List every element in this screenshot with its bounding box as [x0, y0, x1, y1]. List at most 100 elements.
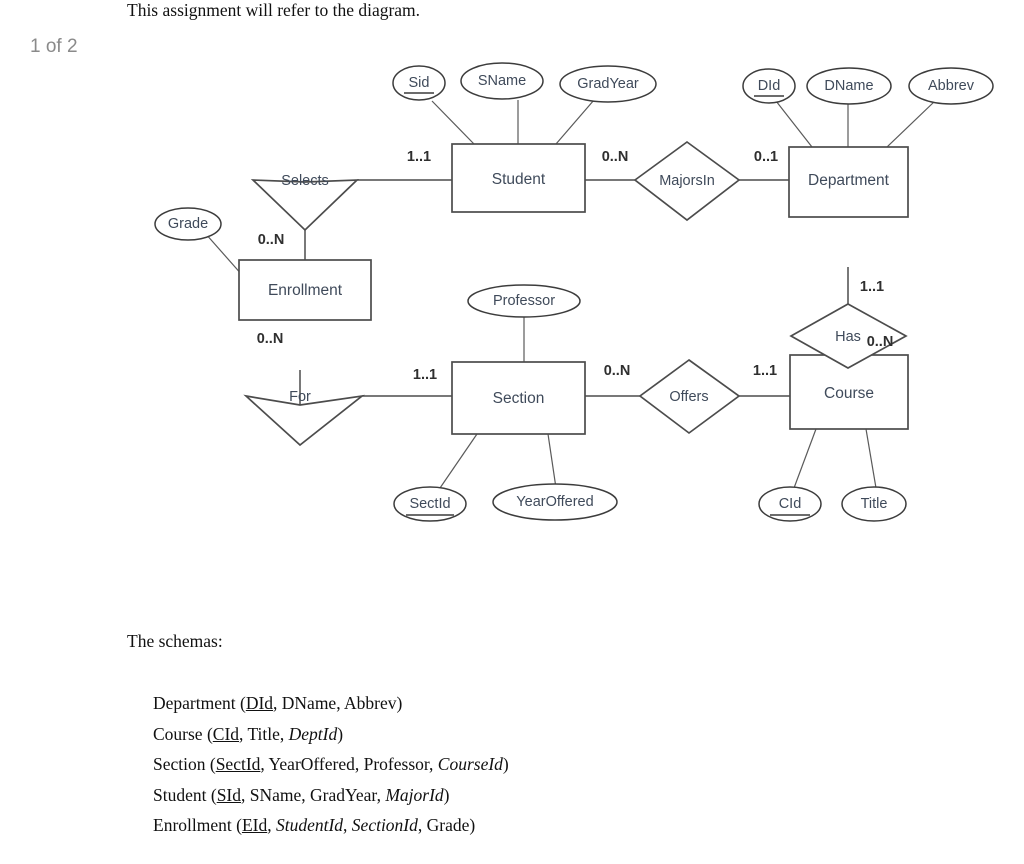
attribute-did[interactable]: DId [742, 68, 796, 104]
link-yearoffered-section [547, 433, 557, 489]
schema-close-paren: ) [337, 723, 344, 744]
entity-department-label: Department [808, 172, 890, 189]
schema-line-student: Student (SId, SName, GradYear, MajorId) [153, 780, 509, 811]
schema-attribute-sname: SName [249, 784, 302, 805]
schema-close-paren: ) [469, 815, 476, 835]
attribute-sectid[interactable]: SectId [393, 486, 467, 522]
attribute-professor-label: Professor [493, 293, 555, 309]
cardinality-for-section: 1..1 [413, 367, 437, 383]
schema-close-paren: ) [443, 784, 450, 805]
relationship-selects[interactable]: Selects [250, 173, 360, 232]
attribute-sname-label: SName [478, 73, 526, 89]
schema-attribute-cid: CId [212, 723, 240, 744]
cardinality-student-majorsin: 0..N [602, 149, 629, 165]
link-abbrev-department [886, 100, 936, 148]
relationship-offers[interactable]: Offers [638, 358, 741, 435]
schema-line-section: Section (SectId, YearOffered, Professor,… [153, 749, 509, 780]
schema-separator: , [417, 815, 427, 835]
schema-attribute-courseid: CourseId [437, 754, 503, 774]
entity-student-label: Student [492, 171, 546, 188]
schema-line-department: Department (DId, DName, Abbrev) [153, 688, 509, 719]
schema-relation-name: Student ( [153, 784, 217, 805]
schema-separator: , [279, 723, 289, 744]
relationship-offers-label: Offers [669, 389, 708, 405]
schema-close-paren: ) [396, 693, 403, 713]
cardinality-has-course: 0..N [867, 334, 894, 350]
er-diagram: Student Department Enrollment Section Co… [154, 62, 994, 522]
schema-attribute-sid: SId [216, 784, 241, 805]
schema-separator: , [354, 754, 364, 774]
schema-separator: , [336, 693, 345, 713]
link-cid-course [793, 428, 817, 489]
schema-line-enrollment: Enrollment (EId, StudentId, SectionId, G… [153, 810, 509, 841]
attribute-dname-label: DName [824, 78, 873, 94]
schema-separator: , [267, 815, 276, 835]
relationship-has-label: Has [835, 329, 861, 345]
attribute-abbrev-label: Abbrev [928, 78, 975, 94]
link-did-department [775, 100, 813, 148]
relationship-for-label: For [289, 389, 311, 405]
cardinality-selects-enrollment: 0..N [258, 232, 285, 248]
schema-separator: , [273, 693, 282, 713]
schema-attribute-abbrev: Abbrev [344, 693, 397, 713]
relationship-selects-label: Selects [281, 173, 329, 189]
schemas-heading: The schemas: [127, 631, 223, 651]
relationship-majorsin-label: MajorsIn [659, 173, 715, 189]
cardinality-selects-student: 1..1 [407, 149, 431, 165]
entity-student[interactable]: Student [451, 143, 586, 213]
entity-course-label: Course [824, 385, 874, 402]
schema-attribute-sectid: SectId [215, 754, 261, 774]
schema-attribute-title: Title [247, 723, 280, 744]
attribute-grade[interactable]: Grade [154, 207, 222, 241]
cardinality-majorsin-department: 0..1 [754, 149, 778, 165]
schema-attribute-professor: Professor [363, 754, 430, 774]
schema-attribute-studentid: StudentId [275, 815, 344, 835]
schema-attribute-did: DId [245, 693, 274, 713]
relationship-for[interactable]: For [243, 389, 366, 447]
attribute-professor[interactable]: Professor [467, 284, 581, 318]
attribute-abbrev[interactable]: Abbrev [908, 67, 994, 105]
schema-separator: , [376, 784, 386, 805]
entity-section[interactable]: Section [451, 361, 586, 435]
attribute-sid[interactable]: Sid [392, 65, 446, 101]
intro-text: This assignment will refer to the diagra… [127, 0, 421, 20]
schema-separator: , [343, 815, 352, 835]
cardinality-department-has: 1..1 [860, 279, 884, 295]
attribute-gradyear-label: GradYear [577, 76, 639, 92]
cardinality-offers-course: 1..1 [753, 363, 777, 379]
schema-attribute-sectionid: SectionId [351, 815, 418, 835]
schema-relation-name: Department ( [153, 693, 246, 713]
attribute-sectid-label: SectId [409, 496, 450, 512]
schema-attribute-dname: DName [281, 693, 337, 713]
schema-close-paren: ) [502, 754, 509, 774]
attribute-cid-label: CId [779, 496, 802, 512]
attribute-sid-label: Sid [409, 75, 430, 91]
schema-attribute-grade: Grade [426, 815, 470, 835]
attribute-gradyear[interactable]: GradYear [559, 65, 657, 103]
link-gradyear-student [555, 99, 595, 145]
schema-separator: , [429, 754, 438, 774]
link-title-course [865, 428, 877, 489]
link-sid-student [431, 100, 475, 145]
relationship-majorsin[interactable]: MajorsIn [633, 140, 741, 222]
attribute-sname[interactable]: SName [460, 62, 544, 100]
schemas-list: Department (DId, DName, Abbrev) Course (… [153, 688, 509, 841]
entity-enrollment[interactable]: Enrollment [238, 259, 372, 321]
attribute-title[interactable]: Title [841, 486, 907, 522]
schema-attribute-eid: EId [241, 815, 268, 835]
schema-relation-name: Section ( [153, 754, 216, 774]
schema-relation-name: Enrollment ( [153, 815, 242, 835]
attribute-yearoffered-label: YearOffered [516, 494, 593, 510]
schema-separator: , [260, 754, 269, 774]
attribute-did-label: DId [758, 78, 781, 94]
cardinality-enrollment-for: 0..N [257, 331, 284, 347]
attribute-dname[interactable]: DName [806, 67, 892, 105]
schema-separator: , [241, 784, 250, 805]
schema-separator: , [301, 784, 311, 805]
attribute-title-label: Title [861, 496, 888, 512]
attribute-cid[interactable]: CId [758, 486, 822, 522]
attribute-yearoffered[interactable]: YearOffered [492, 483, 618, 521]
entity-department[interactable]: Department [788, 146, 909, 218]
link-grade-enrollment [204, 232, 244, 277]
schema-line-course: Course (CId, Title, DeptId) [153, 719, 509, 750]
